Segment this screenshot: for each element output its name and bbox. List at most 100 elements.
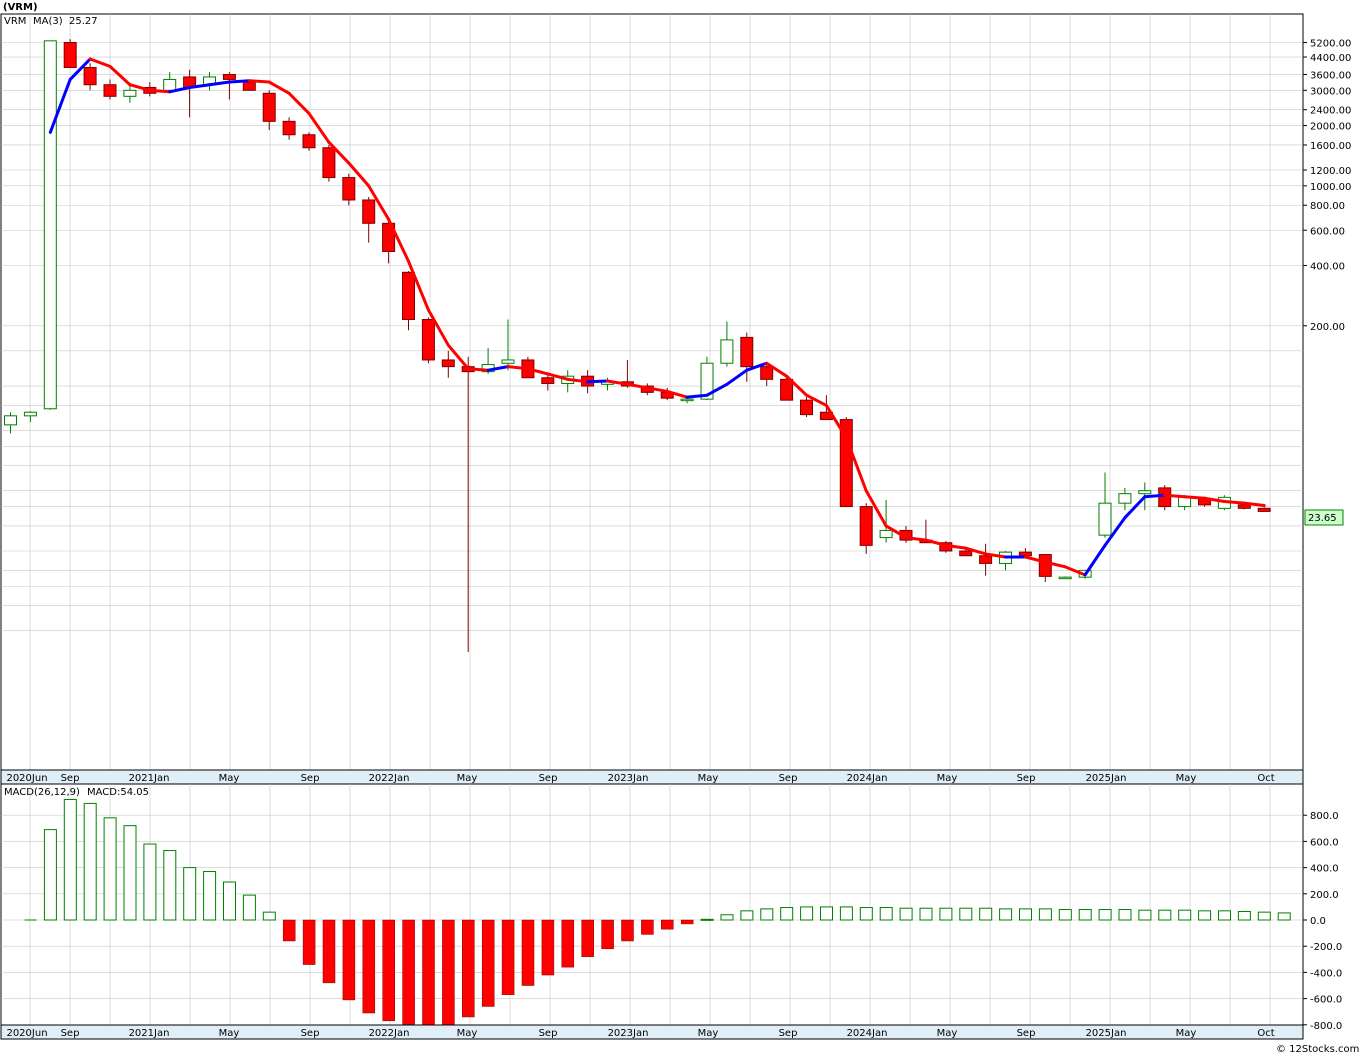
chart-title: (VRM) xyxy=(3,2,38,13)
footer-credit: © 12Stocks.com xyxy=(1276,1044,1359,1055)
y-tick-label: 800.0 xyxy=(1310,811,1339,822)
x-tick-label: 2020Jun xyxy=(6,773,47,784)
macd-bar xyxy=(302,919,316,965)
candle-body xyxy=(1058,576,1072,580)
candle-body xyxy=(979,555,993,564)
ma-segment xyxy=(227,79,251,84)
macd-bar xyxy=(481,919,495,1007)
macd-bar xyxy=(123,825,137,921)
macd-bar xyxy=(521,919,535,986)
macd-bar xyxy=(780,907,794,921)
x-tick-label: Sep xyxy=(539,773,558,784)
x-tick-label: Sep xyxy=(61,773,80,784)
candle-body xyxy=(1257,507,1271,512)
x-tick-label: Sep xyxy=(301,1028,320,1039)
legend-ma-value: 25.27 xyxy=(69,16,98,27)
y-tick-label: 2400.00 xyxy=(1310,106,1351,117)
macd-y-axis: 800.0 600.0 400.0 200.0 0.0 -200.0 -400.0 -600.… xyxy=(1303,811,1342,1032)
x-tick-label: 2022Jan xyxy=(369,773,410,784)
macd-bar xyxy=(1158,909,1172,921)
ma-segment xyxy=(1163,493,1187,499)
macd-bar xyxy=(1178,909,1192,921)
candle-body xyxy=(780,378,794,401)
x-tick-label: Sep xyxy=(61,1028,80,1039)
macd-bar xyxy=(621,919,634,942)
macd-bar xyxy=(740,910,754,921)
legend-ma: MA(3) xyxy=(33,16,63,27)
macd-bar xyxy=(382,919,395,1022)
candle-body xyxy=(421,318,435,361)
y-tick-label: 600.00 xyxy=(1310,226,1345,237)
macd-bar xyxy=(800,906,814,921)
macd-bar xyxy=(1058,909,1072,921)
candle-body xyxy=(740,336,754,368)
macd-bar xyxy=(43,829,57,921)
candle-body xyxy=(302,134,316,149)
macd-bar xyxy=(1138,909,1152,921)
macd-bar xyxy=(362,919,376,1014)
ma-segment xyxy=(247,79,271,84)
candle-body xyxy=(362,199,376,224)
macd-bar xyxy=(1078,909,1092,921)
x-tick-label: 2021Jan xyxy=(129,1028,170,1039)
candle-body xyxy=(879,529,893,539)
macd-bar xyxy=(1237,910,1251,921)
x-tick-label: May xyxy=(1176,773,1197,784)
macd-bar xyxy=(979,907,993,921)
x-tick-label: May xyxy=(937,1028,958,1039)
candle-body xyxy=(262,92,276,122)
y-tick-label: 800.00 xyxy=(1310,201,1345,212)
macd-bar xyxy=(919,907,933,921)
macd-bar xyxy=(680,919,694,925)
macd-bar xyxy=(63,798,77,921)
x-tick-label: Oct xyxy=(1257,1028,1274,1039)
ma-segment xyxy=(1143,493,1167,499)
candle-body xyxy=(4,415,17,426)
candle-body xyxy=(123,89,137,97)
macd-bar xyxy=(242,894,256,921)
y-tick-label: 200.0 xyxy=(1310,890,1339,901)
macd-bar xyxy=(462,919,475,1018)
price-y-axis: 5200.00 4400.00 3600.00 3000.00 2400.00 2000.… xyxy=(1303,39,1351,333)
x-tick-label: Sep xyxy=(779,773,798,784)
macd-bar xyxy=(601,919,614,950)
ma-segment xyxy=(148,88,172,94)
y-tick-label: -200.0 xyxy=(1310,942,1342,953)
x-tick-label: May xyxy=(457,1028,478,1039)
x-tick-label: 2023Jan xyxy=(608,1028,649,1039)
macd-bar xyxy=(939,907,953,921)
macd-title: MACD(26,12,9) xyxy=(4,787,80,798)
legend-symbol: VRM xyxy=(4,16,26,27)
candle-body xyxy=(501,359,515,364)
y-tick-label: -600.0 xyxy=(1310,995,1342,1006)
x-tick-label: 2021Jan xyxy=(129,773,170,784)
candle-body xyxy=(63,42,77,69)
candle-body xyxy=(103,84,117,97)
y-tick-label: 400.0 xyxy=(1310,864,1339,875)
macd-bar xyxy=(1198,910,1212,921)
macd-bar xyxy=(402,919,415,1025)
macd-bar xyxy=(223,881,236,921)
macd-bar xyxy=(760,908,774,921)
x-tick-label: May xyxy=(698,773,719,784)
y-tick-label: -400.0 xyxy=(1310,968,1342,979)
candle-body xyxy=(720,339,734,364)
macd-bar xyxy=(1257,911,1271,921)
macd-bar xyxy=(282,919,296,942)
macd-bar xyxy=(203,871,217,921)
x-tick-label: 2023Jan xyxy=(608,773,649,784)
candle-body xyxy=(322,147,336,179)
last-price-label: 23.65 xyxy=(1308,513,1337,524)
macd-bar xyxy=(1019,908,1032,921)
macd-panel xyxy=(0,783,1304,1026)
stock-chart: 5200.00 4400.00 3600.00 3000.00 2400.00 2000.… xyxy=(0,2,1359,1055)
macd-bar xyxy=(1218,910,1231,921)
x-tick-label: 2024Jan xyxy=(847,1028,888,1039)
x-tick-label: Oct xyxy=(1257,773,1274,784)
candle-body xyxy=(43,40,57,410)
candle-body xyxy=(83,67,97,86)
candle-body xyxy=(680,398,694,402)
macd-bar xyxy=(561,919,575,968)
y-tick-label: 4400.00 xyxy=(1310,53,1351,64)
y-tick-label: 0.0 xyxy=(1310,916,1326,927)
